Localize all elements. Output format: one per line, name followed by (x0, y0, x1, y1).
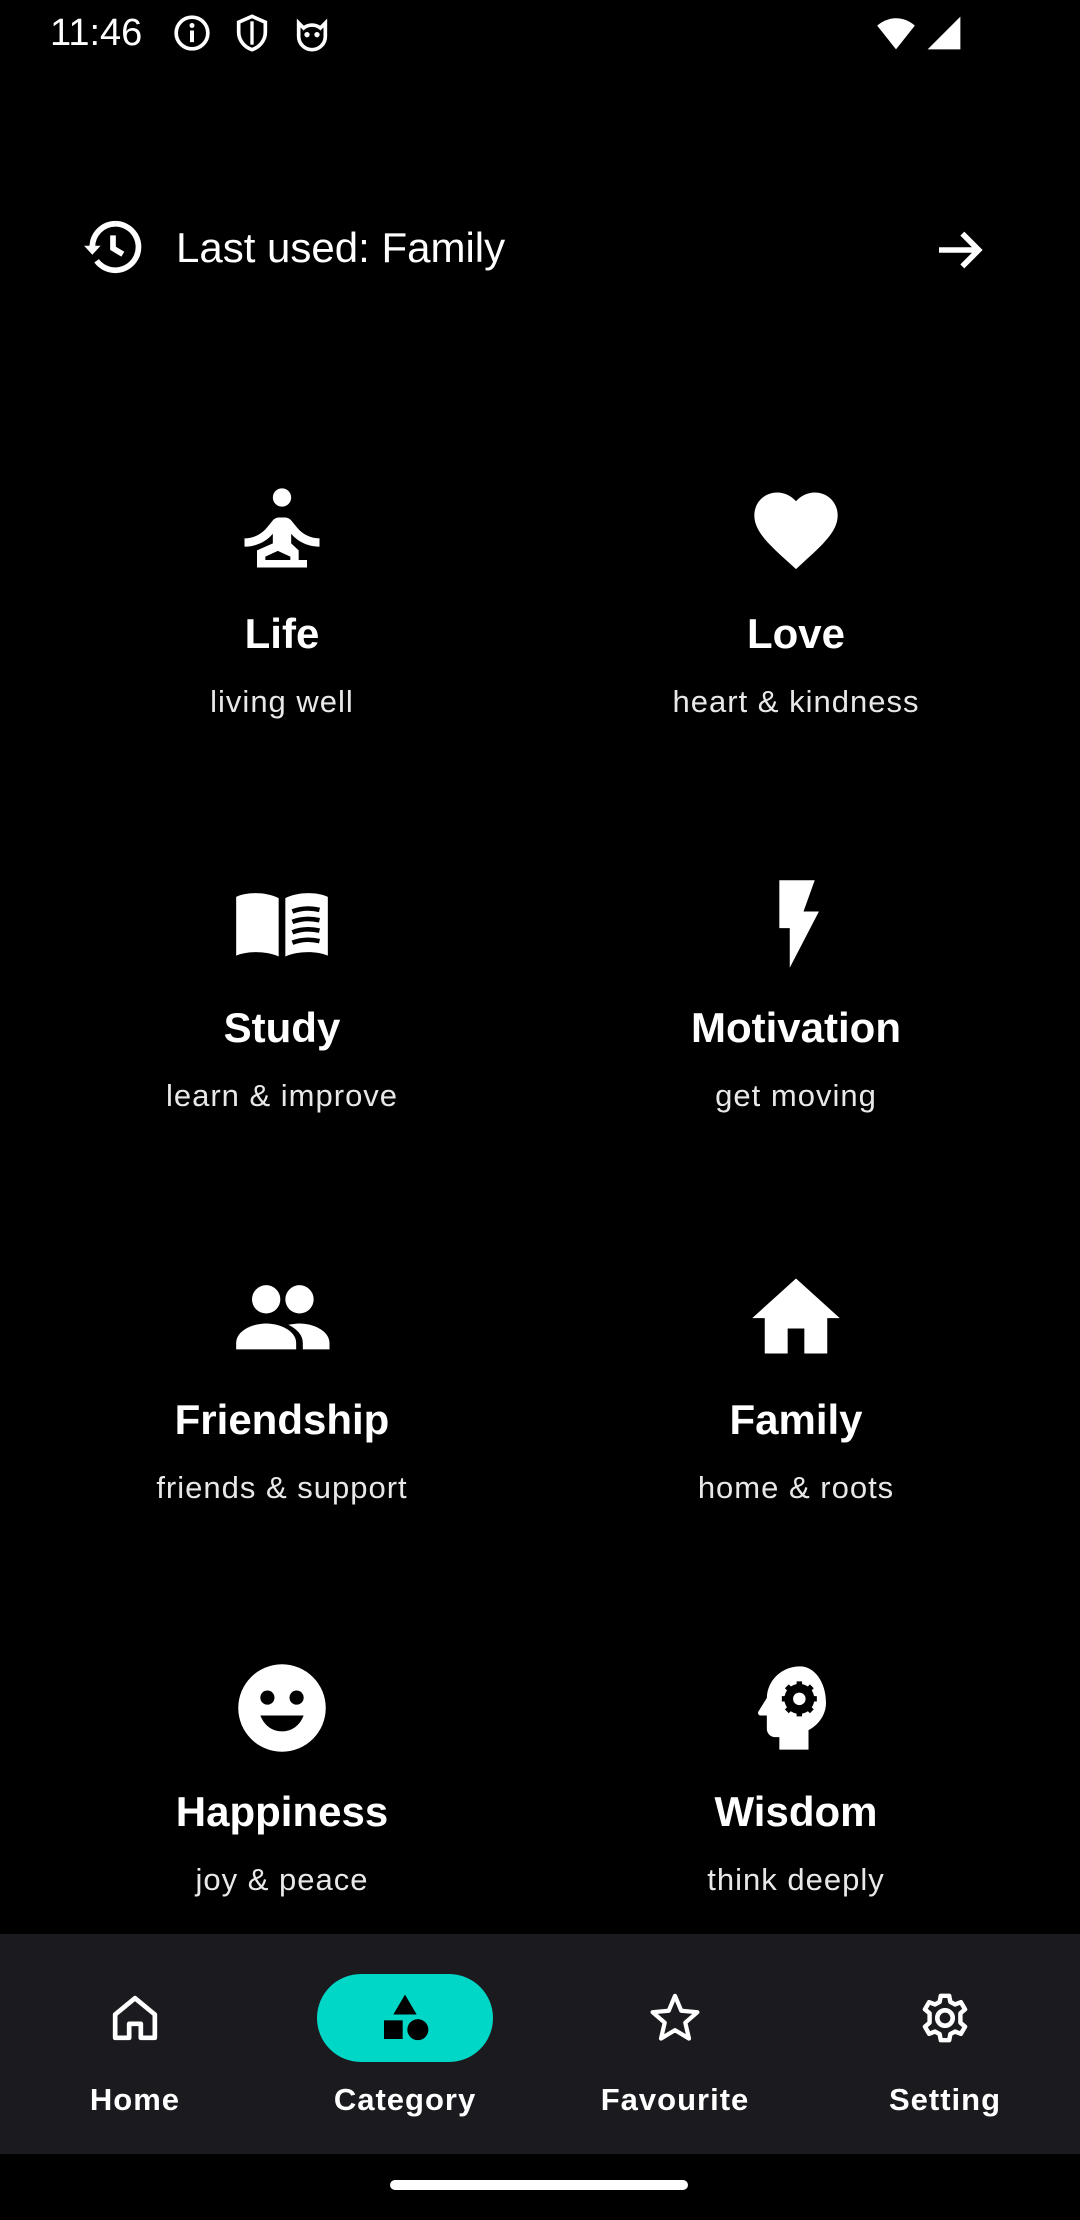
info-icon (174, 15, 210, 51)
category-title: Life (244, 610, 320, 657)
category-family[interactable]: Family home & roots (540, 1246, 1052, 1638)
meditation-icon (232, 480, 332, 580)
category-subtitle: heart & kindness (672, 684, 920, 719)
category-subtitle: joy & peace (195, 1862, 369, 1897)
category-title: Love (746, 610, 846, 657)
nav-home-indicator (47, 1974, 223, 2062)
nav-category[interactable]: Category (270, 1934, 540, 2154)
cat-face-icon (296, 18, 328, 52)
status-time: 11:46 (50, 12, 143, 54)
shield-icon (236, 14, 268, 52)
category-love[interactable]: Love heart & kindness (540, 460, 1052, 852)
nav-favourite-indicator (587, 1974, 763, 2062)
category-title: Study (223, 1004, 341, 1051)
arrow-right-icon[interactable] (932, 222, 988, 278)
category-subtitle: get moving (715, 1078, 877, 1113)
home-outline-icon (112, 1995, 158, 2041)
category-icon (384, 1994, 429, 2041)
category-subtitle: living well (210, 684, 354, 719)
status-icons-right (876, 15, 964, 51)
signal-icon (927, 16, 961, 50)
category-wisdom[interactable]: Wisdom think deeply (540, 1638, 1052, 1930)
category-title: Happiness (175, 1788, 389, 1835)
nav-label: Setting (888, 2082, 1002, 2117)
bottom-navigation: Home Category Favourite Setting (0, 1934, 1080, 2154)
category-title: Wisdom (714, 1788, 878, 1835)
head-gear-icon (746, 1658, 846, 1758)
category-title: Motivation (691, 1004, 901, 1051)
category-motivation[interactable]: Motivation get moving (540, 854, 1052, 1246)
category-happiness[interactable]: Happiness joy & peace (26, 1638, 538, 1930)
category-study[interactable]: Study learn & improve (26, 854, 538, 1246)
wifi-icon (877, 18, 915, 50)
star-outline-icon (650, 1993, 700, 2041)
nav-label: Category (333, 2082, 477, 2117)
nav-setting-indicator (857, 1974, 1033, 2062)
last-used-row[interactable]: Last used: Family (80, 210, 1000, 290)
nav-setting[interactable]: Setting (810, 1934, 1080, 2154)
last-used-label: Last used: Family (176, 224, 506, 271)
category-life[interactable]: Life living well (26, 460, 538, 852)
status-bar: 11:46 (0, 0, 1080, 66)
nav-home[interactable]: Home (0, 1934, 270, 2154)
category-subtitle: learn & improve (165, 1078, 399, 1113)
category-subtitle: friends & support (156, 1470, 408, 1505)
category-friendship[interactable]: Friendship friends & support (26, 1246, 538, 1638)
category-title: Family (729, 1396, 863, 1443)
gear-icon (922, 1993, 968, 2043)
gesture-bar[interactable] (390, 2180, 688, 2190)
category-subtitle: home & roots (697, 1470, 895, 1505)
category-subtitle: think deeply (707, 1862, 885, 1897)
people-icon (232, 1266, 332, 1366)
home-icon (746, 1266, 846, 1366)
nav-category-indicator (317, 1974, 493, 2062)
status-icons-left (172, 13, 332, 53)
nav-favourite[interactable]: Favourite (540, 1934, 810, 2154)
category-title: Friendship (174, 1396, 390, 1443)
heart-icon (746, 480, 846, 580)
smile-icon (232, 1658, 332, 1758)
bolt-icon (746, 874, 846, 974)
nav-label: Home (89, 2082, 181, 2117)
history-icon (84, 220, 142, 274)
category-grid: Life living well Love heart & kindness S… (0, 460, 1080, 1930)
nav-label: Favourite (600, 2082, 750, 2117)
book-icon (232, 874, 332, 974)
